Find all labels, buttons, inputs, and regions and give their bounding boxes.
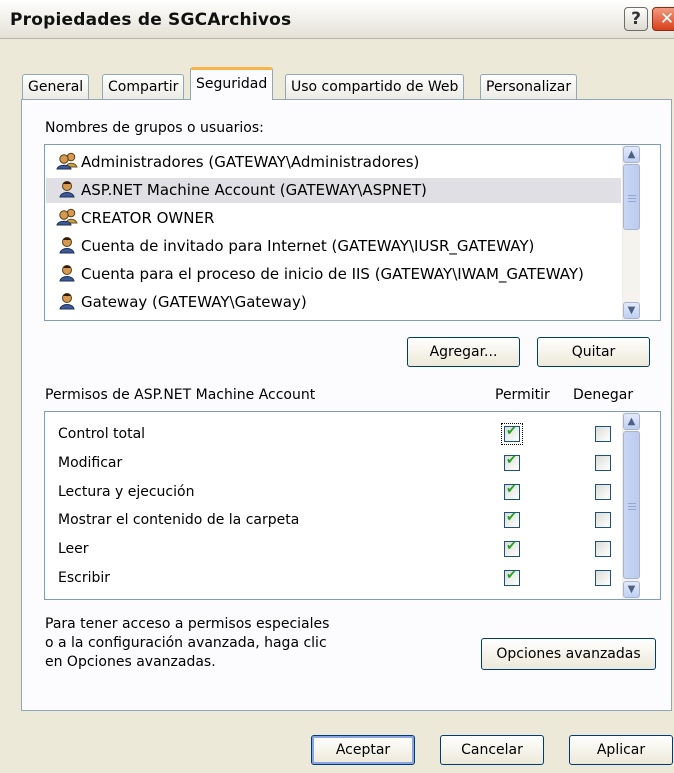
permission-row: Leer: [58, 541, 89, 558]
help-button[interactable]: ?: [624, 7, 648, 31]
close-icon: ✕: [659, 9, 674, 29]
permissions-label: Permisos de ASP.NET Machine Account: [45, 387, 316, 403]
permission-row: Mostrar el contenido de la carpeta: [58, 512, 300, 529]
list-item-label: CREATOR OWNER: [81, 209, 215, 227]
user-icon: [56, 236, 78, 254]
scroll-thumb[interactable]: [623, 164, 640, 230]
advanced-note: Para tener acceso a permisos especiales …: [45, 615, 329, 672]
deny-checkbox[interactable]: [595, 570, 611, 586]
allow-checkbox[interactable]: [501, 423, 523, 445]
scroll-down-button[interactable]: ▼: [623, 581, 640, 598]
list-item-label: Cuenta para el proceso de inicio de IIS …: [81, 265, 584, 283]
permission-row: Lectura y ejecución: [58, 483, 195, 500]
user-icon: [56, 180, 78, 198]
permissions-listbox[interactable]: Control total Modificar Lectura y ejecució…: [44, 411, 661, 600]
permission-row: Escribir: [58, 570, 111, 586]
tab-seguridad[interactable]: Seguridad: [190, 67, 274, 100]
deny-checkbox[interactable]: [595, 598, 611, 599]
allow-header: Permitir: [495, 387, 550, 403]
allow-checkbox[interactable]: [504, 539, 520, 558]
deny-checkbox[interactable]: [595, 426, 611, 442]
scroll-thumb[interactable]: [623, 431, 640, 579]
advanced-note-line: o a la configuración avanzada, haga clic: [45, 635, 327, 651]
security-tab-panel: Nombres de grupos o usuarios: Administra…: [21, 99, 672, 711]
groups-scrollbar[interactable]: ▲ ▼: [622, 145, 640, 320]
chevron-down-icon: ▼: [627, 584, 636, 595]
title-bar[interactable]: Propiedades de SGCArchivos ? ✕: [0, 0, 674, 39]
scroll-up-button[interactable]: ▲: [623, 146, 640, 163]
add-button[interactable]: Agregar...: [407, 337, 520, 367]
advanced-note-line: Para tener acceso a permisos especiales: [45, 616, 330, 632]
apply-button[interactable]: Aplicar: [569, 735, 673, 765]
group-icon: [56, 208, 78, 226]
list-item-label: Administradores (GATEWAY\Administradores…: [81, 153, 420, 171]
allow-checkbox[interactable]: [504, 482, 520, 500]
help-icon: ?: [631, 9, 641, 29]
deny-checkbox[interactable]: [595, 483, 611, 500]
allow-checkbox[interactable]: [504, 598, 520, 599]
allow-checkbox[interactable]: [504, 568, 520, 586]
list-item[interactable]: ASP.NET Machine Account (GATEWAY\ASPNET): [46, 178, 621, 203]
deny-header: Denegar: [573, 387, 634, 403]
groups-label: Nombres de grupos o usuarios:: [45, 120, 264, 136]
deny-checkbox[interactable]: [595, 454, 611, 471]
allow-checkbox[interactable]: [504, 510, 520, 529]
tab-personalizar[interactable]: Personalizar: [480, 74, 578, 99]
list-item[interactable]: Cuenta de invitado para Internet (GATEWA…: [46, 234, 621, 259]
window-title: Propiedades de SGCArchivos: [10, 10, 292, 30]
chevron-up-icon: ▲: [627, 416, 636, 427]
tab-uso-compartido-web[interactable]: Uso compartido de Web: [285, 74, 465, 99]
list-item[interactable]: CREATOR OWNER: [46, 206, 621, 231]
cancel-button[interactable]: Cancelar: [440, 735, 544, 765]
list-item-label: ASP.NET Machine Account (GATEWAY\ASPNET): [81, 181, 427, 199]
ok-button[interactable]: Aceptar: [311, 735, 415, 765]
list-item[interactable]: Administradores (GATEWAY\Administradores…: [46, 150, 621, 175]
permission-row: Control total: [58, 426, 146, 442]
list-item-label: Gateway (GATEWAY\Gateway): [81, 293, 307, 311]
remove-button[interactable]: Quitar: [537, 337, 650, 367]
permission-row: Modificar: [58, 454, 123, 471]
deny-checkbox[interactable]: [595, 541, 611, 558]
tab-compartir[interactable]: Compartir: [102, 74, 185, 99]
chevron-up-icon: ▲: [627, 149, 636, 160]
list-item[interactable]: Gateway (GATEWAY\Gateway): [46, 290, 621, 315]
advanced-note-line: en Opciones avanzadas.: [45, 654, 216, 670]
user-icon: [56, 264, 78, 282]
allow-checkbox[interactable]: [504, 453, 520, 471]
user-icon: [56, 292, 78, 310]
close-button[interactable]: ✕: [652, 7, 674, 31]
scroll-down-button[interactable]: ▼: [623, 302, 640, 319]
groups-listbox[interactable]: Administradores (GATEWAY\Administradores…: [44, 144, 661, 321]
tab-general[interactable]: General: [22, 74, 90, 99]
permissions-scrollbar[interactable]: ▲ ▼: [622, 412, 640, 599]
permission-row: Permisos especiales: [46, 593, 458, 600]
chevron-down-icon: ▼: [627, 305, 636, 316]
scroll-up-button[interactable]: ▲: [623, 413, 640, 430]
advanced-options-button[interactable]: Opciones avanzadas: [481, 638, 656, 670]
group-icon: [56, 152, 78, 170]
list-item-label: Cuenta de invitado para Internet (GATEWA…: [81, 237, 535, 255]
deny-checkbox[interactable]: [595, 512, 611, 529]
list-item[interactable]: Cuenta para el proceso de inicio de IIS …: [46, 262, 621, 287]
